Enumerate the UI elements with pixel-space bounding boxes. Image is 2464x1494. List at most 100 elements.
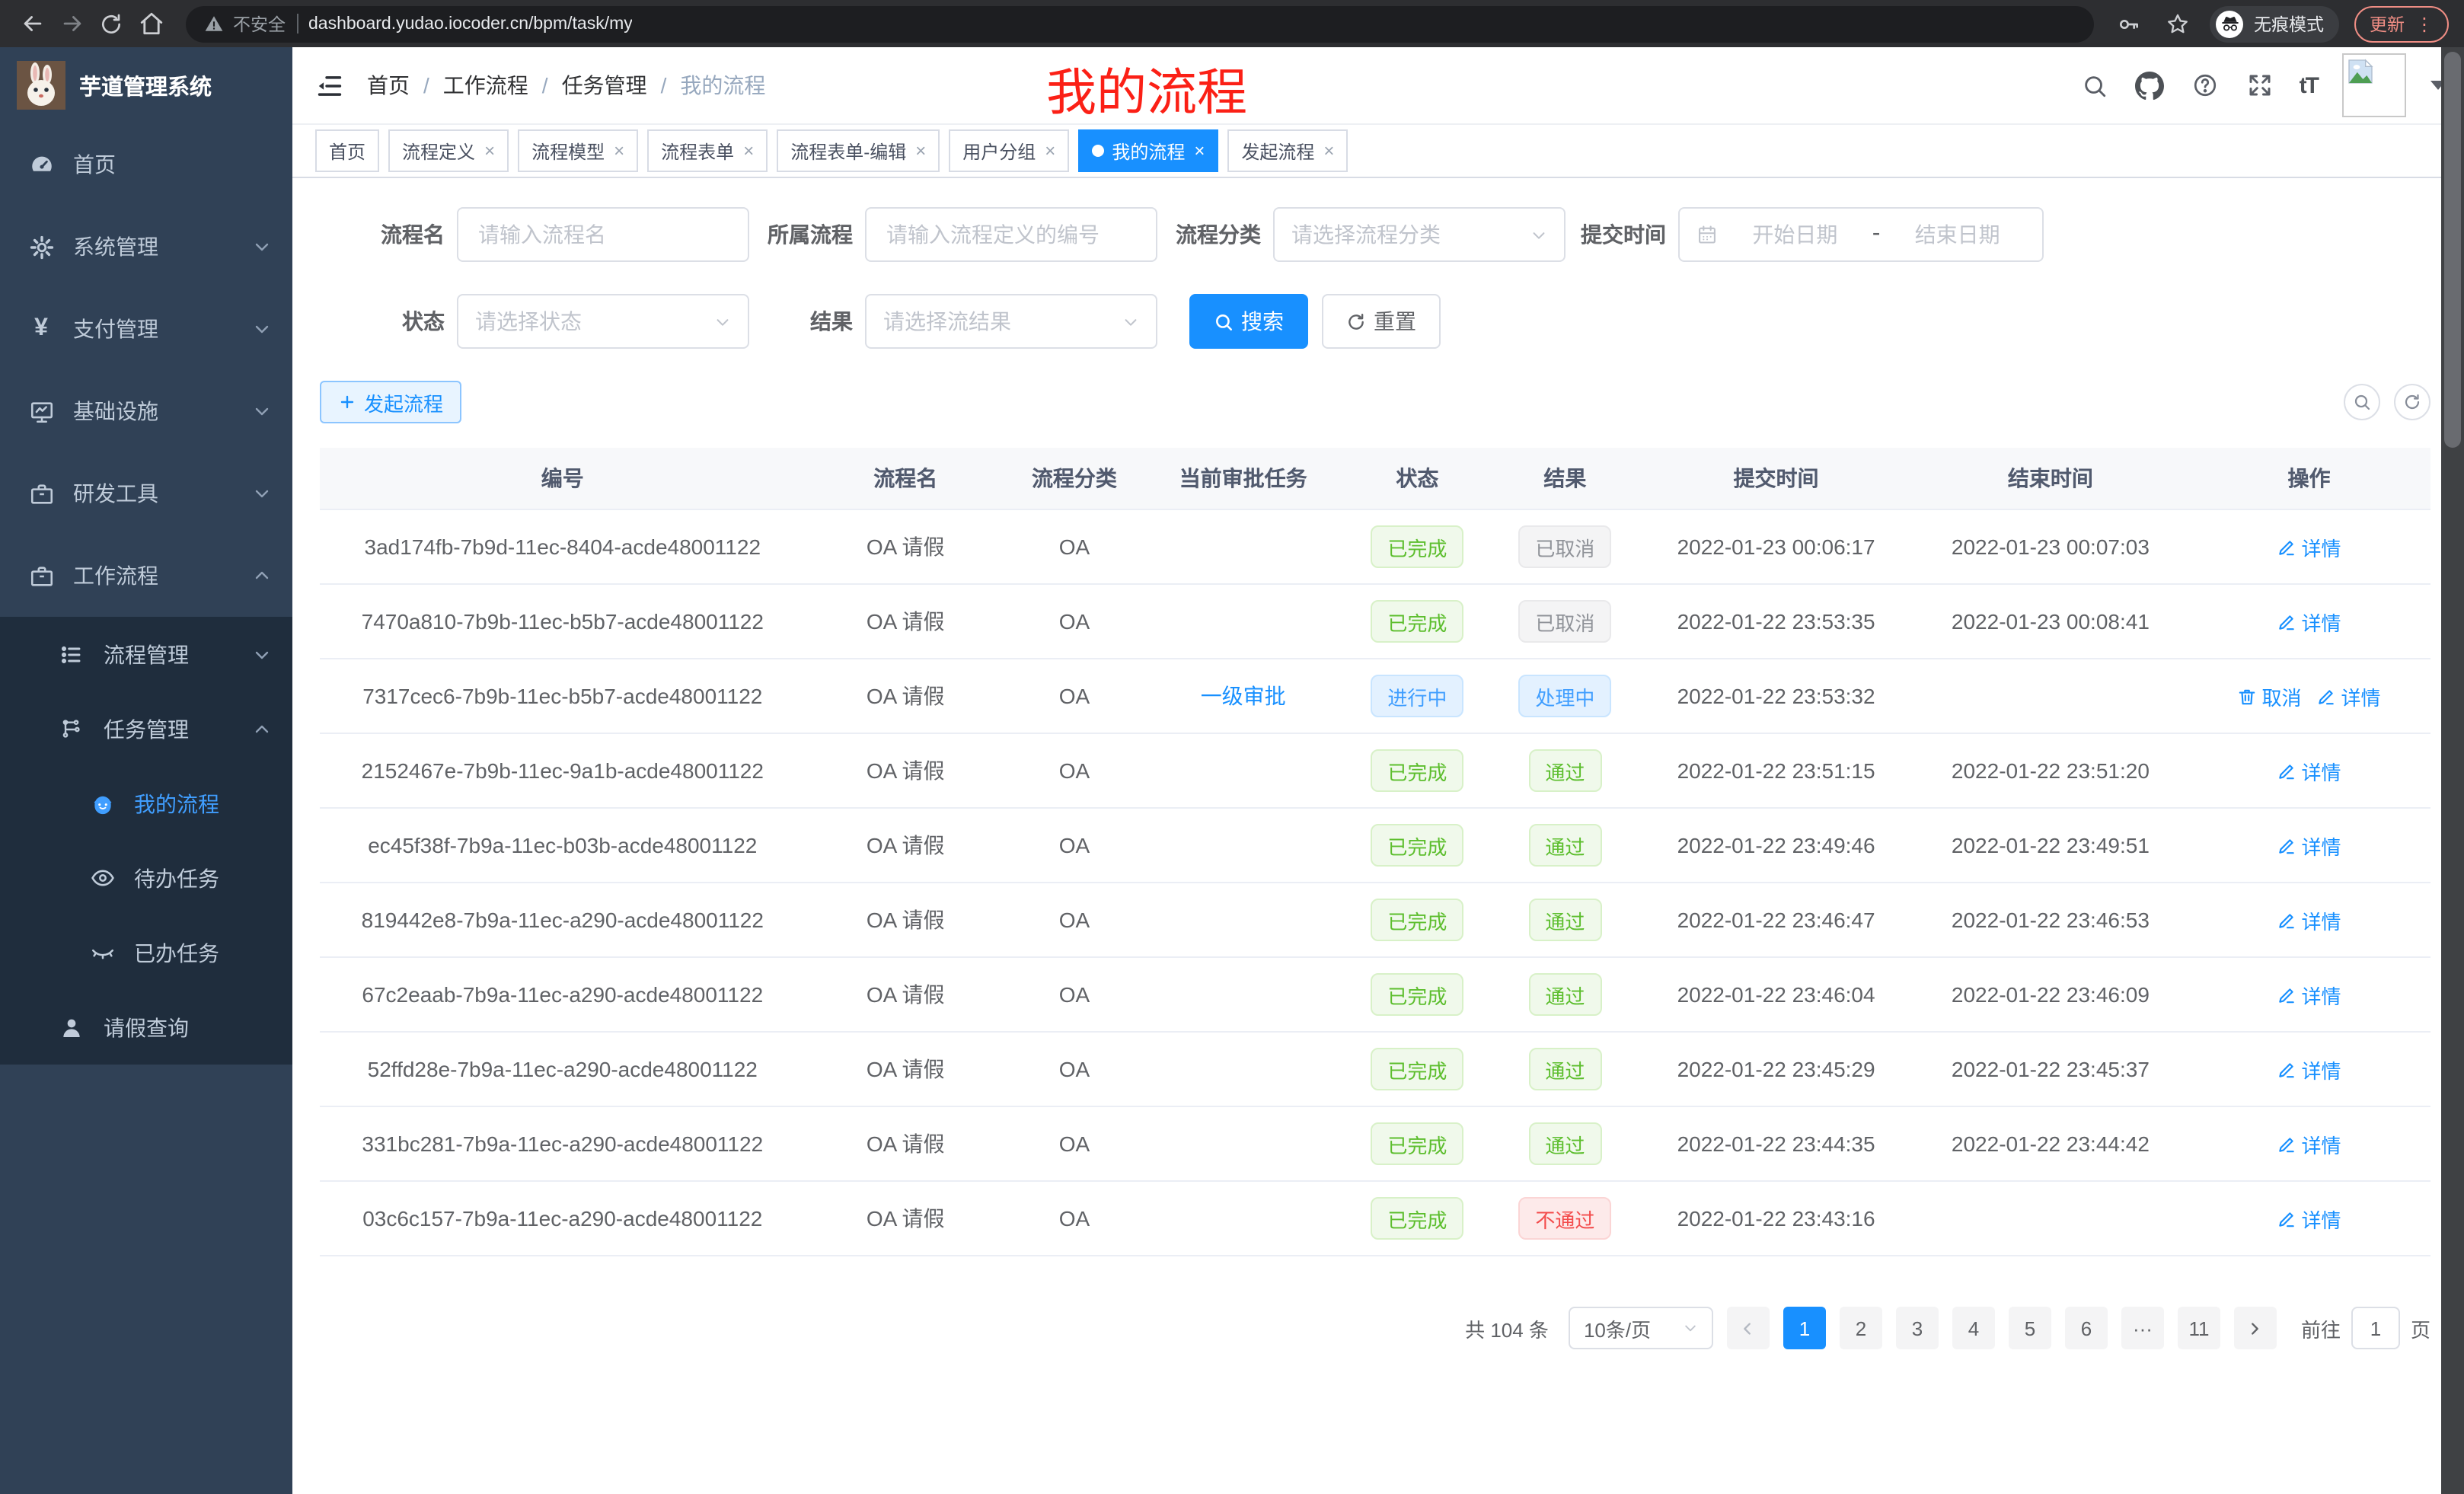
- sidebar-item-home[interactable]: 首页: [0, 123, 292, 206]
- current-task-link[interactable]: 一级审批: [1201, 684, 1286, 708]
- sidebar-item-infrastructure[interactable]: 基础设施: [0, 370, 292, 452]
- password-key-button[interactable]: [2112, 7, 2146, 40]
- sidebar-item-process-management[interactable]: 流程管理: [0, 617, 292, 691]
- sidebar-item-payment[interactable]: ¥ 支付管理: [0, 288, 292, 370]
- tab-close-icon[interactable]: ×: [1194, 142, 1205, 160]
- status-badge: 已完成: [1371, 600, 1463, 643]
- browser-forward-button[interactable]: [55, 7, 88, 40]
- browser-menu-icon[interactable]: ⋮: [2415, 14, 2434, 33]
- page-button-11[interactable]: 11: [2178, 1307, 2220, 1349]
- header-search-button[interactable]: [2080, 70, 2111, 101]
- detail-action-link[interactable]: 详情: [2277, 1129, 2341, 1158]
- tab-首页[interactable]: 首页: [315, 129, 379, 172]
- status-badge: 进行中: [1371, 675, 1463, 717]
- bookmark-star-button[interactable]: [2161, 7, 2194, 40]
- page-button-5[interactable]: 5: [2009, 1307, 2051, 1349]
- tab-我的流程[interactable]: 我的流程×: [1078, 129, 1218, 172]
- breadcrumb-item[interactable]: 任务管理: [562, 70, 647, 101]
- goto-page-input[interactable]: [2351, 1307, 2400, 1349]
- tab-close-icon[interactable]: ×: [614, 142, 624, 160]
- cell-category: OA: [1006, 808, 1143, 883]
- breadcrumb-item[interactable]: 首页: [367, 70, 410, 101]
- result-select[interactable]: 请选择流结果: [865, 294, 1157, 349]
- date-range-picker[interactable]: 开始日期 - 结束日期: [1678, 207, 2044, 262]
- process-definition-input[interactable]: [883, 221, 1139, 248]
- category-select[interactable]: 请选择流程分类: [1273, 207, 1566, 262]
- page-button-1[interactable]: 1: [1783, 1307, 1826, 1349]
- browser-home-button[interactable]: [134, 7, 168, 40]
- tab-close-icon[interactable]: ×: [1323, 142, 1334, 160]
- cell-actions: 详情: [2188, 733, 2430, 808]
- tab-close-icon[interactable]: ×: [743, 142, 754, 160]
- detail-action-link[interactable]: 详情: [2277, 607, 2341, 636]
- sidebar-item-leave-query[interactable]: 请假查询: [0, 990, 292, 1065]
- tab-close-icon[interactable]: ×: [915, 142, 926, 160]
- briefcase-icon: [27, 480, 55, 507]
- sidebar-item-label: 支付管理: [73, 314, 158, 344]
- breadcrumb-separator: /: [423, 73, 429, 97]
- detail-action-link[interactable]: 详情: [2277, 980, 2341, 1009]
- breadcrumb-item[interactable]: 工作流程: [443, 70, 528, 101]
- process-name-input[interactable]: [475, 221, 731, 248]
- scrollbar-thumb[interactable]: [2444, 52, 2461, 448]
- detail-action-link[interactable]: 详情: [2277, 1055, 2341, 1084]
- font-size-icon[interactable]: tT: [2300, 72, 2318, 98]
- tab-close-icon[interactable]: ×: [1045, 142, 1055, 160]
- page-button-3[interactable]: 3: [1896, 1307, 1939, 1349]
- sidebar-item-task-management[interactable]: 任务管理: [0, 691, 292, 766]
- tab-close-icon[interactable]: ×: [484, 142, 495, 160]
- chevron-down-icon: [714, 313, 731, 330]
- search-button[interactable]: 搜索: [1189, 294, 1308, 349]
- sidebar-item-todo-tasks[interactable]: 待办任务: [0, 841, 292, 915]
- logo[interactable]: 芋道管理系统: [0, 47, 292, 123]
- sidebar-item-done-tasks[interactable]: 已办任务: [0, 915, 292, 990]
- prev-page-button[interactable]: [1727, 1307, 1770, 1349]
- more-pages-button[interactable]: ···: [2121, 1307, 2164, 1349]
- cancel-action-link[interactable]: 取消: [2238, 682, 2302, 710]
- status-select[interactable]: 请选择状态: [457, 294, 749, 349]
- tab-流程表单[interactable]: 流程表单×: [647, 129, 768, 172]
- sidebar-item-system[interactable]: 系统管理: [0, 206, 292, 288]
- goto-label: 前往: [2301, 1314, 2341, 1342]
- security-indicator[interactable]: 不安全: [204, 11, 286, 36]
- refresh-table-button[interactable]: [2394, 384, 2430, 420]
- reset-button[interactable]: 重置: [1322, 294, 1441, 349]
- fullscreen-icon[interactable]: [2245, 70, 2275, 101]
- page-button-6[interactable]: 6: [2065, 1307, 2108, 1349]
- sidebar-collapse-button[interactable]: [292, 71, 367, 100]
- browser-back-button[interactable]: [15, 7, 49, 40]
- annotation-text: 我的流程: [1046, 52, 1247, 125]
- create-process-button[interactable]: 发起流程: [320, 381, 461, 423]
- toggle-search-button[interactable]: [2344, 384, 2380, 420]
- cell-actions: 详情: [2188, 1106, 2430, 1181]
- sidebar-item-devtools[interactable]: 研发工具: [0, 452, 292, 535]
- detail-action-link[interactable]: 详情: [2277, 905, 2341, 934]
- tab-用户分组[interactable]: 用户分组×: [949, 129, 1069, 172]
- detail-action-link[interactable]: 详情: [2277, 831, 2341, 860]
- address-bar[interactable]: 不安全 dashboard.yudao.iocoder.cn/bpm/task/…: [186, 5, 2094, 42]
- avatar[interactable]: [2342, 53, 2406, 117]
- detail-action-link[interactable]: 详情: [2277, 756, 2341, 785]
- sidebar-item-workflow[interactable]: 工作流程: [0, 535, 292, 617]
- detail-action-link[interactable]: 详情: [2317, 682, 2381, 710]
- tab-发起流程[interactable]: 发起流程×: [1227, 129, 1348, 172]
- next-page-button[interactable]: [2234, 1307, 2277, 1349]
- cell-category: OA: [1006, 509, 1143, 584]
- help-icon[interactable]: [2190, 70, 2220, 101]
- detail-action-link[interactable]: 详情: [2277, 532, 2341, 561]
- github-icon[interactable]: [2135, 70, 2166, 101]
- page-size-select[interactable]: 10条/页: [1569, 1307, 1713, 1349]
- sidebar-item-my-process[interactable]: 我的流程: [0, 766, 292, 841]
- browser-update-button[interactable]: 更新 ⋮: [2354, 5, 2449, 42]
- tab-流程表单-编辑[interactable]: 流程表单-编辑×: [777, 129, 940, 172]
- filter-definition-input-wrap: [865, 207, 1157, 262]
- app-title: 芋道管理系统: [79, 69, 212, 101]
- cell-process-id: 7317cec6-7b9b-11ec-b5b7-acde48001122: [320, 659, 806, 733]
- page-button-4[interactable]: 4: [1952, 1307, 1995, 1349]
- page-button-2[interactable]: 2: [1840, 1307, 1882, 1349]
- page-scrollbar[interactable]: [2441, 47, 2464, 1494]
- detail-action-link[interactable]: 详情: [2277, 1204, 2341, 1233]
- browser-reload-button[interactable]: [94, 7, 128, 40]
- tab-流程模型[interactable]: 流程模型×: [518, 129, 638, 172]
- tab-流程定义[interactable]: 流程定义×: [388, 129, 509, 172]
